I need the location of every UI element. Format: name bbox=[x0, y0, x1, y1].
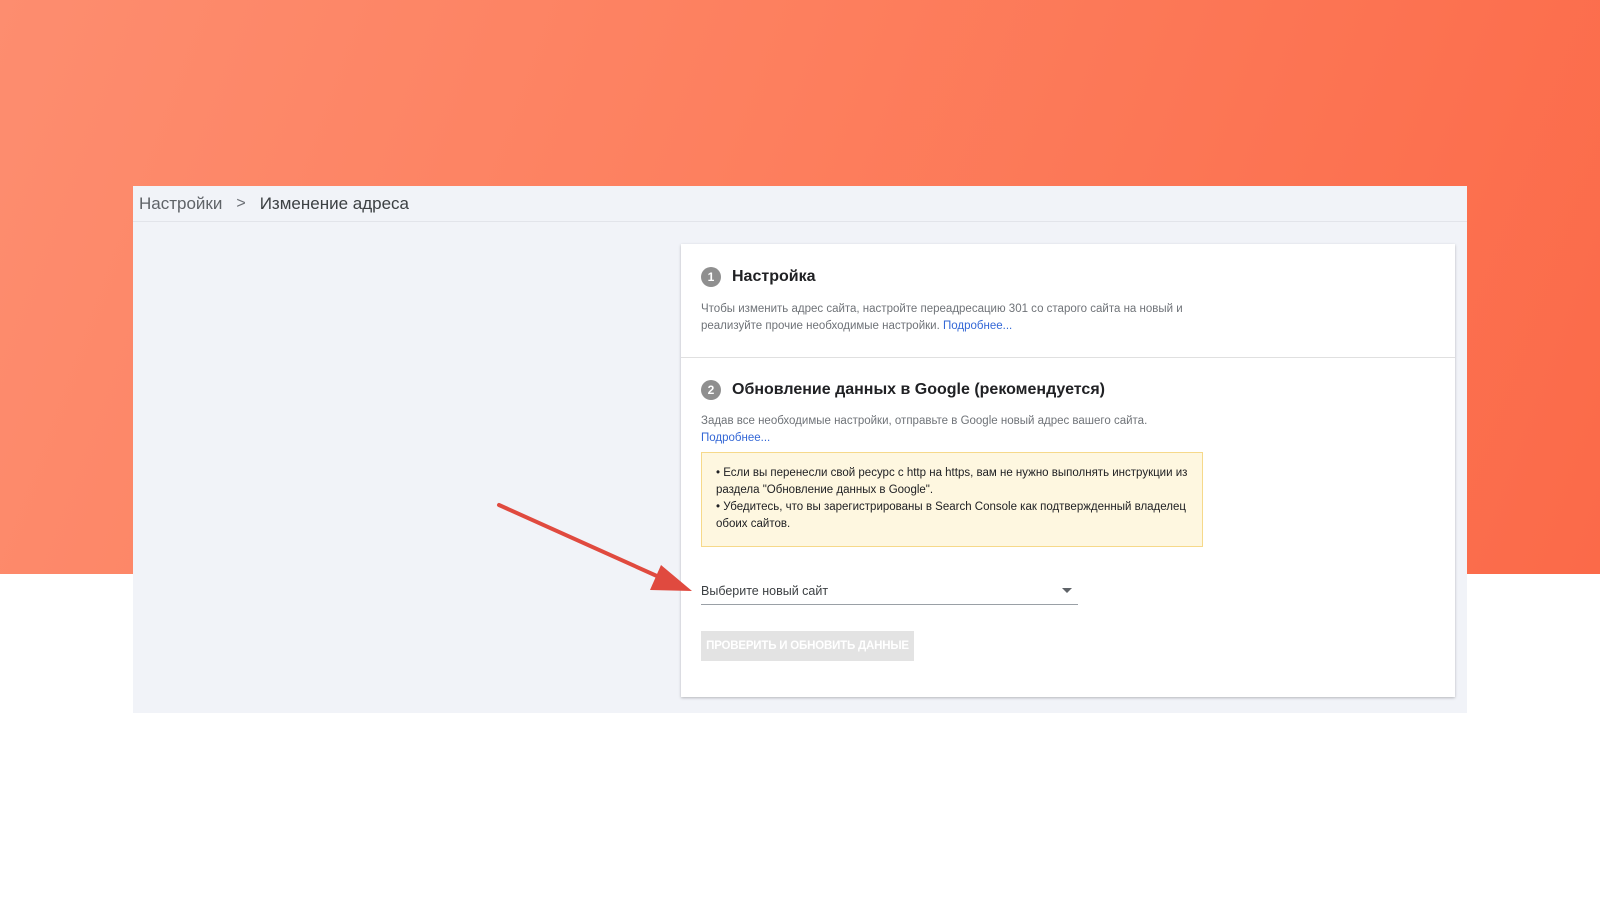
arrow-shaft bbox=[497, 503, 670, 583]
red-arrow-annotation bbox=[497, 503, 692, 591]
arrow-head-icon bbox=[650, 565, 692, 591]
